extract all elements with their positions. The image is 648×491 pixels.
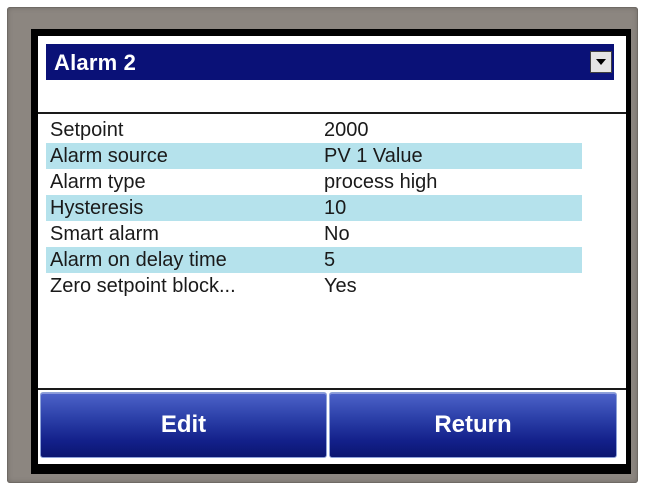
screen: Alarm 2 Setpoint 2000 Alarm source PV 1 … <box>38 36 626 464</box>
parameter-label: Setpoint <box>50 119 124 141</box>
parameter-label: Hysteresis <box>50 197 144 219</box>
parameter-row-zero-setpoint-block[interactable]: Zero setpoint block... Yes <box>46 273 582 299</box>
chevron-down-icon <box>596 59 606 65</box>
parameter-row-alarm-source[interactable]: Alarm source PV 1 Value <box>46 143 582 169</box>
parameter-label: Alarm type <box>50 171 146 193</box>
parameter-value: 10 <box>324 197 347 219</box>
parameter-row-setpoint[interactable]: Setpoint 2000 <box>46 117 582 143</box>
parameter-label: Alarm source <box>50 145 168 167</box>
parameter-label: Alarm on delay time <box>50 249 227 271</box>
parameter-row-hysteresis[interactable]: Hysteresis 10 <box>46 195 582 221</box>
parameter-value: 5 <box>324 249 336 271</box>
alarm-selector-dropdown[interactable]: Alarm 2 <box>46 44 614 80</box>
parameter-row-alarm-on-delay-time[interactable]: Alarm on delay time 5 <box>46 247 582 273</box>
edit-button[interactable]: Edit <box>40 392 327 458</box>
parameter-label: Zero setpoint block... <box>50 275 236 297</box>
return-button[interactable]: Return <box>329 392 617 458</box>
parameter-list: Setpoint 2000 Alarm source PV 1 Value Al… <box>46 117 582 299</box>
parameter-value: PV 1 Value <box>324 145 423 167</box>
header-divider <box>38 112 626 114</box>
page-title: Alarm 2 <box>54 50 137 75</box>
parameter-value: 2000 <box>324 119 369 141</box>
parameter-label: Smart alarm <box>50 223 159 245</box>
parameter-row-alarm-type[interactable]: Alarm type process high <box>46 169 582 195</box>
footer-divider <box>38 388 626 390</box>
parameter-value: No <box>324 223 350 245</box>
parameter-value: Yes <box>324 275 357 297</box>
parameter-row-smart-alarm[interactable]: Smart alarm No <box>46 221 582 247</box>
dropdown-button[interactable] <box>590 51 612 73</box>
parameter-value: process high <box>324 171 438 193</box>
